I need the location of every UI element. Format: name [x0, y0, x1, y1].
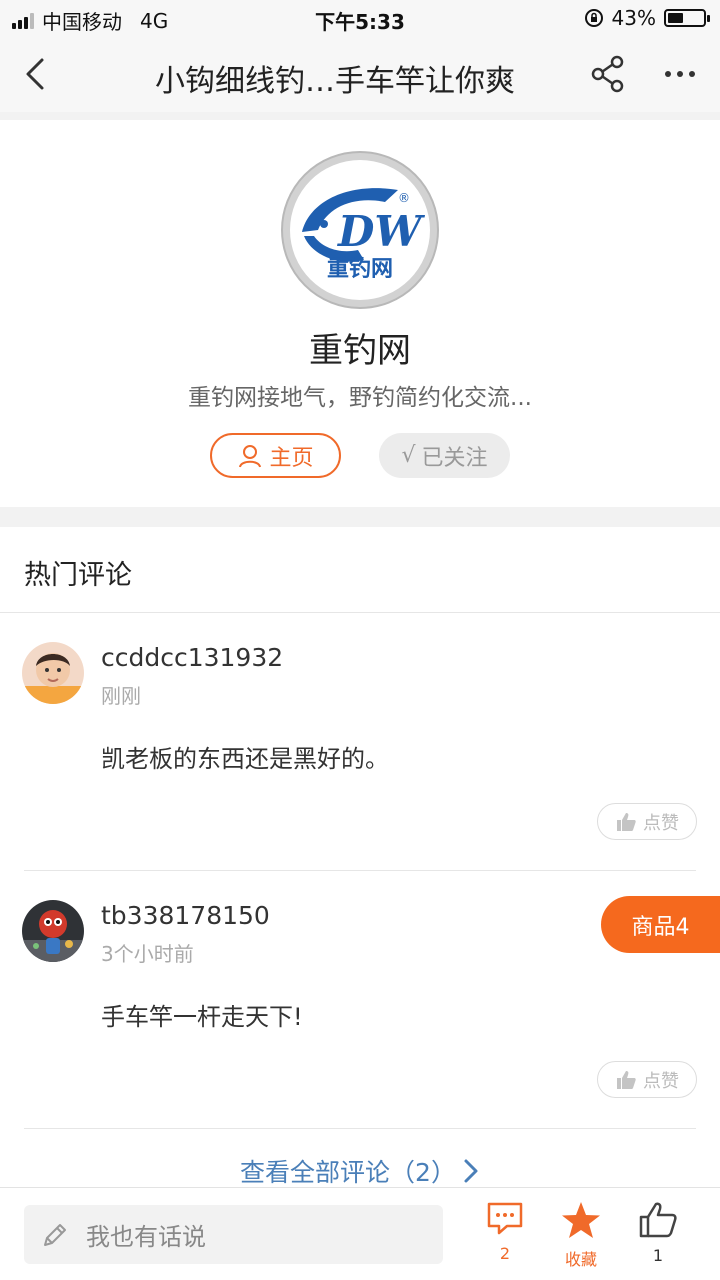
- bottom-bar: 我也有话说 2 收藏 1: [0, 1187, 720, 1280]
- like-button[interactable]: 点赞: [597, 1061, 697, 1098]
- chevron-right-icon: [464, 1159, 478, 1183]
- comment-text: 手车竿一杆走天下!: [101, 1003, 303, 1031]
- comment-count: 2: [499, 1244, 511, 1263]
- battery-percent: 43%: [611, 6, 656, 30]
- like-post-button[interactable]: 1: [628, 1200, 688, 1265]
- logo-registered: ®: [398, 191, 410, 205]
- person-icon: [239, 444, 262, 467]
- comment-item: ccddcc131932 刚刚 凯老板的东西还是黑好的。 点赞: [0, 612, 720, 870]
- more-icon: [665, 71, 695, 77]
- more-button[interactable]: [660, 54, 700, 94]
- comments-section: 热门评论 ccddcc131932 刚刚 凯老板的东西还是黑好的。 点赞 tb3…: [0, 527, 720, 1187]
- home-button-label: 主页: [269, 445, 314, 471]
- check-icon: √: [401, 443, 416, 468]
- comments-button[interactable]: 2: [475, 1200, 535, 1263]
- follow-button[interactable]: √ 已关注: [379, 433, 510, 478]
- comment-username[interactable]: ccddcc131932: [101, 643, 283, 672]
- comment-input[interactable]: 我也有话说: [24, 1205, 443, 1264]
- fish-logo-icon: DW ® 重钓网: [281, 151, 439, 309]
- back-button[interactable]: [18, 54, 58, 94]
- comments-title: 热门评论: [24, 560, 132, 591]
- thumbs-up-icon: [617, 812, 636, 831]
- profile-name: 重钓网: [309, 331, 411, 371]
- share-icon: [591, 55, 624, 93]
- page-title: 小钩细线钓…手车竿让你爽: [155, 64, 515, 99]
- divider: [24, 1128, 696, 1129]
- logo-letters: DW: [337, 207, 425, 256]
- star-icon: [562, 1202, 600, 1238]
- logo-subtext: 重钓网: [327, 256, 393, 282]
- like-count: 1: [652, 1246, 664, 1265]
- like-label: 点赞: [643, 812, 679, 834]
- view-all-label: 查看全部评论（2）: [240, 1158, 456, 1187]
- battery-icon: [664, 9, 710, 27]
- thumbs-up-icon: [617, 1070, 636, 1089]
- comment-time: 3个小时前: [101, 942, 194, 966]
- home-button[interactable]: 主页: [210, 433, 341, 478]
- comment-time: 刚刚: [101, 684, 141, 708]
- avatar[interactable]: [22, 642, 84, 704]
- profile-description: 重钓网接地气，野钓简约化交流...: [188, 385, 532, 411]
- status-right: 43%: [584, 6, 710, 30]
- battery-fill: [668, 13, 683, 23]
- comment-text: 凯老板的东西还是黑好的。: [101, 745, 389, 773]
- avatar[interactable]: [22, 900, 84, 962]
- favorite-button[interactable]: 收藏: [551, 1200, 611, 1270]
- back-arrow-icon: [26, 58, 44, 90]
- profile-card: DW ® 重钓网 重钓网 重钓网接地气，野钓简约化交流... 主页 √ 已关注: [0, 120, 720, 507]
- like-label: 点赞: [643, 1070, 679, 1092]
- follow-button-label: 已关注: [421, 445, 488, 471]
- nav-bar: 小钩细线钓…手车竿让你爽: [0, 36, 720, 112]
- avatar-image: [22, 900, 84, 962]
- thumbs-up-outline-icon: [639, 1202, 677, 1238]
- comment-input-placeholder: 我也有话说: [86, 1223, 206, 1251]
- like-button[interactable]: 点赞: [597, 803, 697, 840]
- comment-bubble-icon: [487, 1202, 523, 1235]
- pencil-icon: [44, 1223, 66, 1246]
- share-button[interactable]: [588, 54, 628, 94]
- avatar-image: [22, 642, 84, 704]
- favorite-label: 收藏: [564, 1250, 597, 1269]
- goods-tab[interactable]: 商品4: [601, 896, 720, 953]
- status-bar: 中国移动 4G 下午5:33 43%: [0, 0, 720, 36]
- rotation-lock-icon: [584, 9, 603, 27]
- comment-username[interactable]: tb338178150: [101, 901, 270, 930]
- view-all-comments-link[interactable]: 查看全部评论（2）: [0, 1153, 720, 1189]
- profile-logo[interactable]: DW ® 重钓网: [280, 150, 440, 310]
